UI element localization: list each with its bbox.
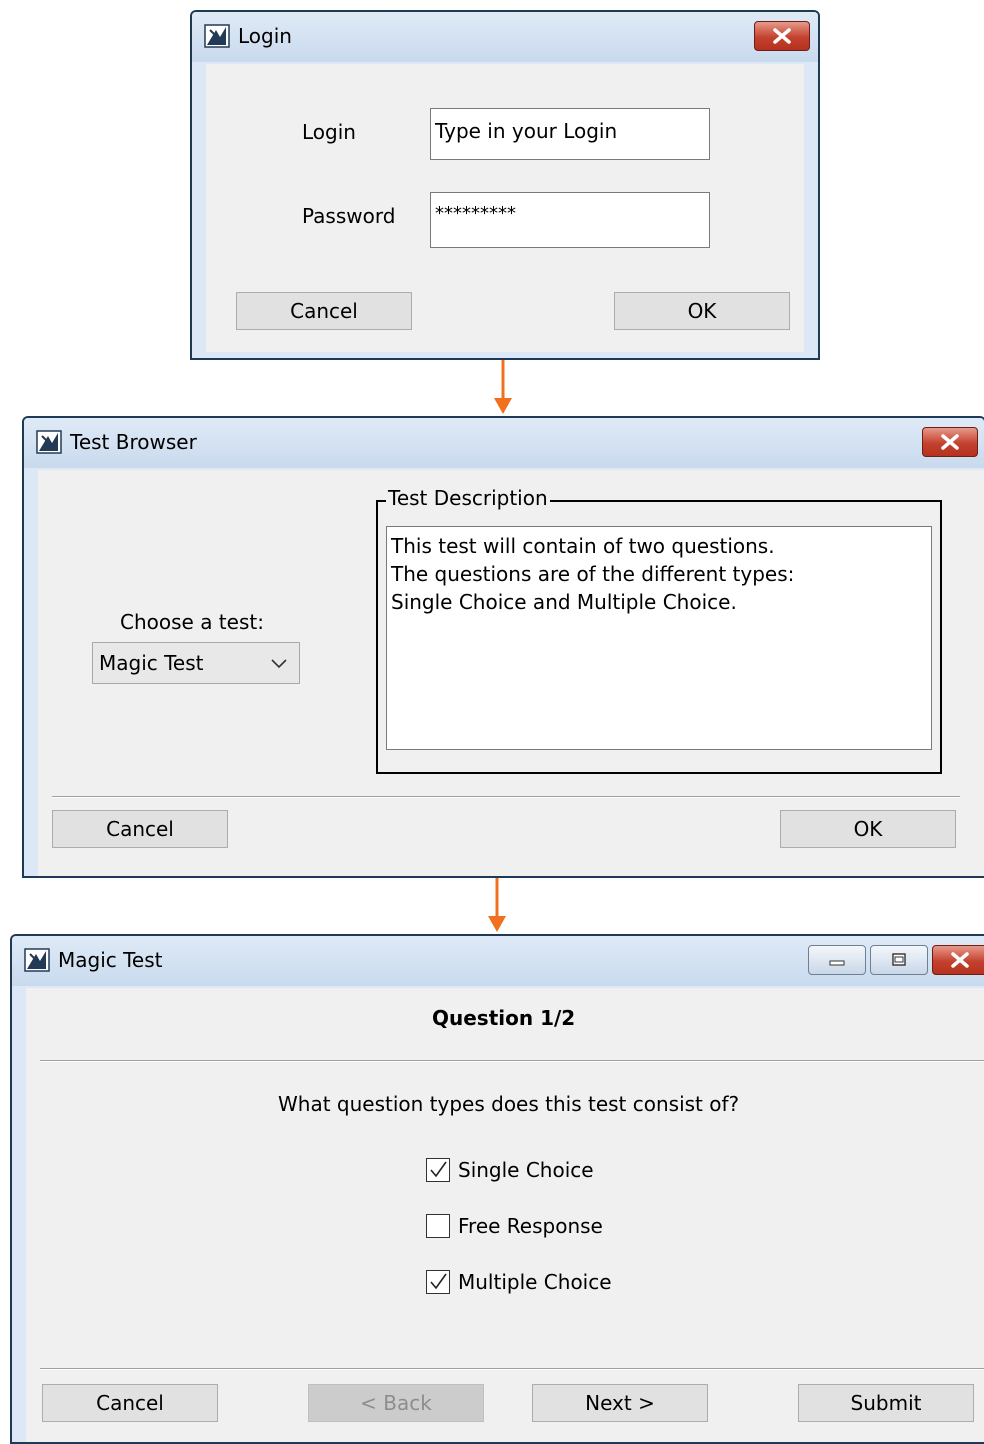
maximize-icon	[892, 953, 906, 966]
password-field[interactable]: *********	[430, 192, 710, 248]
magic-test-window: Magic Test Question 1/2 What question ty…	[10, 934, 984, 1444]
test-browser-cancel-button[interactable]: Cancel	[52, 810, 228, 848]
test-description-text: This test will contain of two questions.…	[386, 526, 932, 750]
test-select-value: Magic Test	[99, 651, 204, 675]
password-label: Password	[302, 204, 396, 228]
back-button[interactable]: < Back	[308, 1384, 484, 1422]
login-titlebar[interactable]: Login	[192, 12, 818, 62]
question-header-separator	[40, 1060, 984, 1062]
chevron-down-icon	[271, 659, 287, 669]
app-logo-icon	[24, 948, 50, 972]
description-line: This test will contain of two questions.	[391, 534, 775, 558]
magic-test-close-button[interactable]	[932, 945, 984, 975]
description-line: Single Choice and Multiple Choice.	[391, 590, 737, 614]
login-field[interactable]: Type in your Login	[430, 108, 710, 160]
single-choice-checkbox[interactable]	[426, 1158, 450, 1182]
login-content: Login Type in your Login Password ******…	[206, 64, 804, 352]
multiple-choice-label[interactable]: Multiple Choice	[458, 1270, 612, 1294]
single-choice-label[interactable]: Single Choice	[458, 1158, 594, 1182]
magic-test-cancel-button[interactable]: Cancel	[42, 1384, 218, 1422]
minimize-icon	[829, 960, 845, 966]
minimize-button[interactable]	[808, 945, 866, 975]
test-browser-title: Test Browser	[70, 430, 197, 454]
test-select[interactable]: Magic Test	[92, 642, 300, 684]
free-response-label[interactable]: Free Response	[458, 1214, 603, 1238]
multiple-choice-checkbox[interactable]	[426, 1270, 450, 1294]
flow-arrow-icon	[488, 878, 506, 932]
close-icon	[951, 952, 969, 968]
submit-button[interactable]: Submit	[798, 1384, 974, 1422]
login-close-button[interactable]	[754, 21, 810, 51]
close-icon	[773, 28, 791, 44]
test-browser-separator	[52, 796, 960, 798]
checkmark-icon	[430, 1273, 447, 1290]
flow-arrow-icon	[494, 360, 512, 414]
test-browser-ok-button[interactable]: OK	[780, 810, 956, 848]
app-logo-icon	[204, 24, 230, 48]
checkmark-icon	[430, 1161, 447, 1178]
login-title: Login	[238, 24, 292, 48]
question-text: What question types does this test consi…	[278, 1092, 740, 1116]
test-browser-content: Choose a test: Magic Test Test Descripti…	[38, 470, 984, 876]
free-response-checkbox[interactable]	[426, 1214, 450, 1238]
description-line: The questions are of the different types…	[391, 562, 795, 586]
magic-test-titlebar[interactable]: Magic Test	[12, 936, 984, 986]
test-browser-titlebar[interactable]: Test Browser	[24, 418, 984, 468]
login-cancel-button[interactable]: Cancel	[236, 292, 412, 330]
close-icon	[941, 434, 959, 450]
magic-test-content: Question 1/2 What question types does th…	[26, 988, 984, 1442]
login-label: Login	[302, 120, 356, 144]
app-logo-icon	[36, 430, 62, 454]
question-header: Question 1/2	[432, 1006, 576, 1030]
magic-test-title: Magic Test	[58, 948, 163, 972]
footer-separator	[40, 1368, 984, 1370]
test-description-legend: Test Description	[386, 486, 550, 510]
maximize-button[interactable]	[870, 945, 928, 975]
choose-test-label: Choose a test:	[120, 610, 264, 634]
login-window: Login Login Type in your Login Password …	[190, 10, 820, 360]
next-button[interactable]: Next >	[532, 1384, 708, 1422]
login-ok-button[interactable]: OK	[614, 292, 790, 330]
test-browser-close-button[interactable]	[922, 427, 978, 457]
test-browser-window: Test Browser Choose a test: Magic Test T…	[22, 416, 984, 878]
